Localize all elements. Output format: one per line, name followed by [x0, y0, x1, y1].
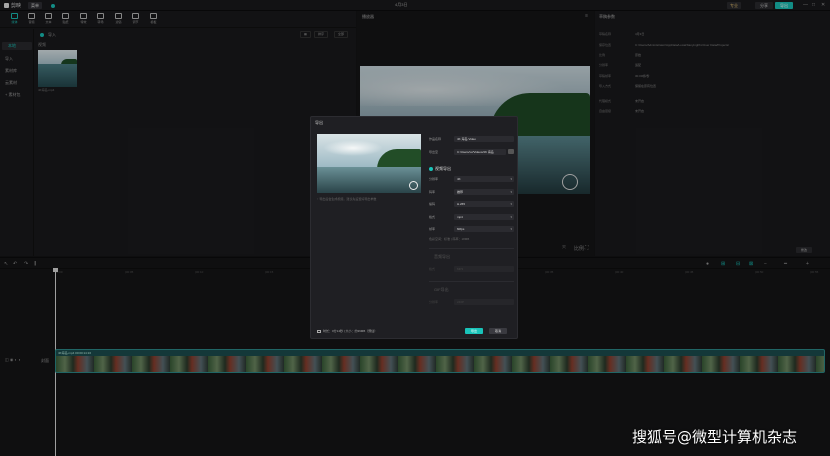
format-select[interactable]: mp4 [454, 214, 514, 220]
gif-resolution-select[interactable]: 240P [454, 299, 514, 305]
file-icon [317, 329, 321, 333]
name-input[interactable]: 4K 海岛 Video [454, 136, 514, 142]
video-export-toggle[interactable]: 视频导出 [429, 166, 451, 172]
audio-format-select[interactable]: MP3 [454, 266, 514, 272]
watermark-logo-icon [409, 181, 418, 190]
option-label: 分辨率 [429, 300, 439, 304]
option-label: 帧率 [429, 227, 436, 231]
estimate-text: 色彩空间：标准 | 码率：18MB [429, 237, 470, 241]
export-dialog: 导出 ↑ 导出后会生成视频，建议先设置好导出参数 作品名称 4K 海岛 Vide… [310, 116, 518, 339]
audio-export-toggle[interactable]: 音频导出 [434, 254, 450, 260]
path-input[interactable]: C:/Users/xx/Videos/4K 海岛 [454, 149, 506, 155]
preview-caption: ↑ 导出后会生成视频，建议先设置好导出参数 [317, 197, 377, 201]
path-label: 导出至 [429, 150, 439, 154]
option-label: 编码 [429, 202, 436, 206]
resolution-select[interactable]: 4K [454, 176, 514, 182]
option-label: 格式 [429, 267, 436, 271]
dialog-title: 导出 [315, 120, 323, 125]
name-label: 作品名称 [429, 137, 442, 141]
codec-select[interactable]: H.265 [454, 201, 514, 207]
footer-info: 时长：0分14秒 | 大小：约39MB（预估） [317, 329, 377, 333]
option-label: 格式 [429, 215, 436, 219]
export-confirm-button[interactable]: 导出 [465, 328, 484, 334]
gif-export-toggle[interactable]: GIF导出 [434, 287, 449, 293]
checkbox-icon[interactable] [429, 166, 433, 171]
option-label: 分辨率 [429, 177, 439, 181]
source-watermark: 搜狐号@微型计算机杂志 [632, 428, 798, 446]
bitrate-select[interactable]: 推荐 [454, 189, 514, 195]
framerate-select[interactable]: 60fps [454, 226, 514, 232]
folder-icon[interactable] [508, 149, 514, 154]
cancel-button[interactable]: 取消 [489, 328, 508, 334]
option-label: 码率 [429, 190, 436, 194]
export-preview-image [317, 134, 421, 193]
